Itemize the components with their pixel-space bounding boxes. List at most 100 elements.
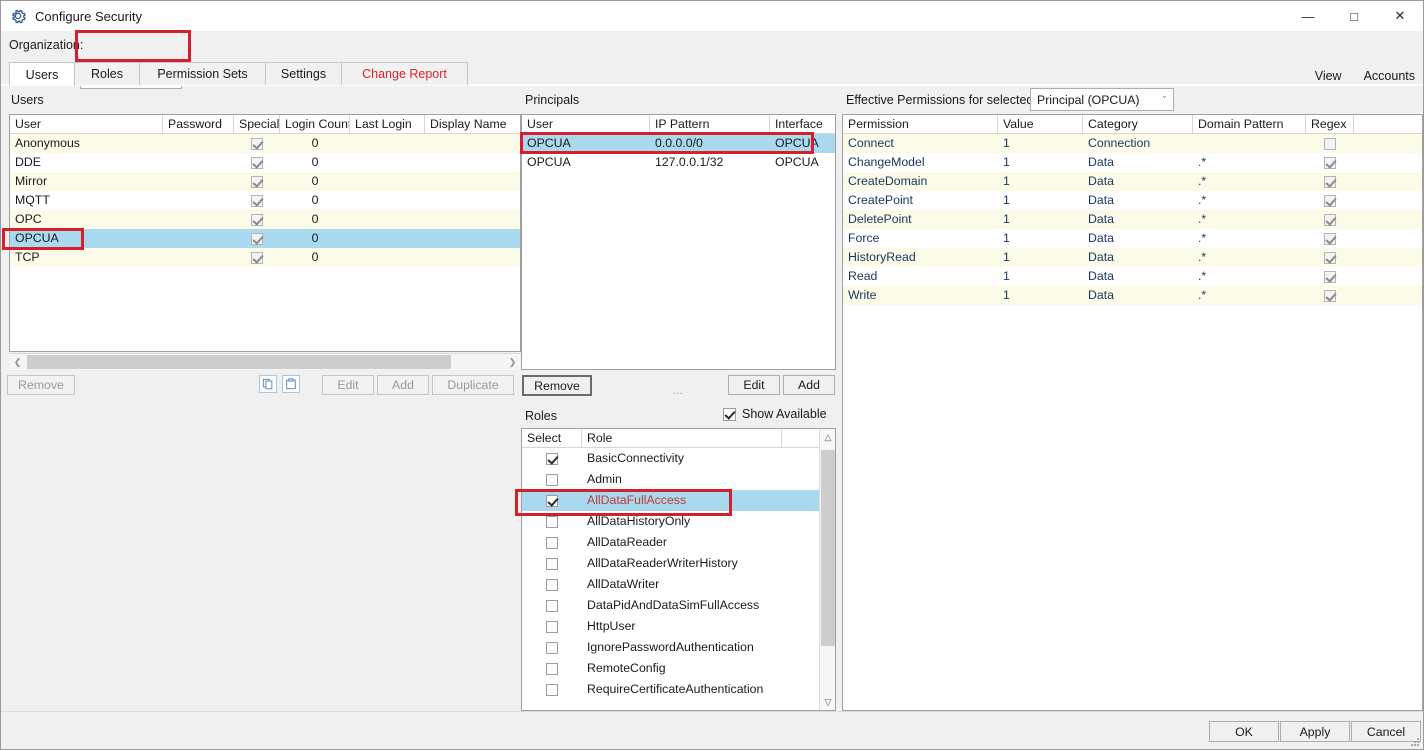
checkbox[interactable]	[546, 600, 558, 612]
column-header-regex[interactable]: Regex	[1306, 115, 1354, 134]
role-row[interactable]: IgnorePasswordAuthentication	[522, 637, 835, 658]
checkbox[interactable]	[546, 516, 558, 528]
tab-change-report[interactable]: Change Report	[341, 62, 468, 85]
table-row[interactable]: OPCUA0	[10, 229, 520, 248]
role-row[interactable]: AllDataReader	[522, 532, 835, 553]
checkbox[interactable]	[1324, 176, 1336, 188]
roles-vscrollbar[interactable]: △ ▽	[819, 429, 835, 710]
scroll-right-icon[interactable]: ❯	[504, 354, 521, 370]
checkbox[interactable]	[251, 195, 263, 207]
role-select-cell[interactable]	[522, 574, 582, 595]
table-row[interactable]: OPC0	[10, 210, 520, 229]
role-select-cell[interactable]	[522, 532, 582, 553]
checkbox[interactable]	[251, 138, 263, 150]
show-available-checkbox[interactable]	[723, 408, 736, 421]
tab-settings[interactable]: Settings	[265, 62, 342, 85]
column-header-ip-pattern[interactable]: IP Pattern	[650, 115, 770, 134]
users-list[interactable]: UserPasswordSpecialLogin CountLast Login…	[9, 114, 521, 352]
column-header-category[interactable]: Category	[1083, 115, 1193, 134]
column-header-special[interactable]: Special	[234, 115, 280, 134]
checkbox[interactable]	[1324, 271, 1336, 283]
checkbox[interactable]	[546, 453, 558, 465]
column-header-login-count[interactable]: Login Count	[280, 115, 350, 134]
permissions-scope-combo[interactable]: Principal (OPCUA) ˇ	[1030, 88, 1174, 111]
checkbox[interactable]	[1324, 252, 1336, 264]
checkbox[interactable]	[546, 474, 558, 486]
principals-remove-button[interactable]: Remove	[522, 375, 592, 396]
apply-button[interactable]: Apply	[1280, 721, 1350, 742]
role-select-cell[interactable]	[522, 595, 582, 616]
column-header-select[interactable]: Select	[522, 429, 582, 448]
permission-row[interactable]: ChangeModel1Data.*	[843, 153, 1422, 172]
users-add-button[interactable]: Add	[377, 375, 429, 395]
column-header-display-name[interactable]: Display Name	[425, 115, 521, 134]
permission-row[interactable]: Read1Data.*	[843, 267, 1422, 286]
role-row[interactable]: BasicConnectivity	[522, 448, 835, 469]
checkbox[interactable]	[251, 214, 263, 226]
checkbox[interactable]	[546, 621, 558, 633]
table-row[interactable]: DDE0	[10, 153, 520, 172]
scroll-left-icon[interactable]: ❮	[9, 354, 26, 370]
principals-add-button[interactable]: Add	[783, 375, 835, 395]
checkbox[interactable]	[1324, 157, 1336, 169]
table-row[interactable]: TCP0	[10, 248, 520, 267]
checkbox[interactable]	[1324, 214, 1336, 226]
roles-list[interactable]: SelectRole BasicConnectivityAdmin AllData…	[521, 428, 836, 711]
role-select-cell[interactable]	[522, 511, 582, 532]
permission-row[interactable]: CreateDomain1Data.*	[843, 172, 1422, 191]
users-hscroll-thumb[interactable]	[27, 355, 451, 369]
minimize-button[interactable]: —	[1285, 1, 1331, 31]
checkbox[interactable]	[546, 579, 558, 591]
tab-roles[interactable]: Roles	[74, 62, 140, 85]
users-duplicate-button[interactable]: Duplicate	[432, 375, 514, 395]
column-header-user[interactable]: User	[522, 115, 650, 134]
column-header-value[interactable]: Value	[998, 115, 1083, 134]
copy-icon-button[interactable]	[259, 375, 277, 393]
scroll-down-icon[interactable]: ▽	[820, 694, 836, 710]
role-row[interactable]: AllDataHistoryOnly	[522, 511, 835, 532]
role-row[interactable]: Admin	[522, 469, 835, 490]
ok-button[interactable]: OK	[1209, 721, 1279, 742]
users-remove-button[interactable]: Remove	[7, 375, 75, 395]
paste-icon-button[interactable]	[282, 375, 300, 393]
column-header-[interactable]	[1354, 115, 1422, 134]
close-button[interactable]: ✕	[1377, 1, 1423, 31]
role-select-cell[interactable]	[522, 637, 582, 658]
role-row[interactable]: DataPidAndDataSimFullAccess	[522, 595, 835, 616]
table-row[interactable]: OPCUA127.0.0.1/32OPCUA	[522, 153, 835, 172]
permission-row[interactable]: HistoryRead1Data.*	[843, 248, 1422, 267]
checkbox[interactable]	[1324, 290, 1336, 302]
role-row[interactable]: AllDataWriter	[522, 574, 835, 595]
table-row[interactable]: OPCUA0.0.0.0/0OPCUA	[522, 134, 835, 153]
role-select-cell[interactable]	[522, 469, 582, 490]
checkbox[interactable]	[1324, 195, 1336, 207]
resize-grip-icon[interactable]	[1408, 735, 1420, 747]
checkbox[interactable]	[1324, 138, 1336, 150]
role-row[interactable]: HttpUser	[522, 616, 835, 637]
tab-permission-sets[interactable]: Permission Sets	[139, 62, 266, 85]
permission-row[interactable]: DeletePoint1Data.*	[843, 210, 1422, 229]
column-header-role[interactable]: Role	[582, 429, 782, 448]
principals-edit-button[interactable]: Edit	[728, 375, 780, 395]
role-select-cell[interactable]	[522, 553, 582, 574]
column-header-interface[interactable]: Interface	[770, 115, 835, 134]
column-header-user[interactable]: User	[10, 115, 163, 134]
role-row[interactable]: RequireCertificateAuthentication	[522, 679, 835, 700]
checkbox[interactable]	[251, 233, 263, 245]
principals-list[interactable]: UserIP PatternInterface OPCUA0.0.0.0/0OP…	[521, 114, 836, 370]
permission-row[interactable]: Force1Data.*	[843, 229, 1422, 248]
checkbox[interactable]	[546, 537, 558, 549]
checkbox[interactable]	[546, 642, 558, 654]
role-select-cell[interactable]	[522, 679, 582, 700]
table-row[interactable]: Anonymous0	[10, 134, 520, 153]
checkbox[interactable]	[251, 157, 263, 169]
column-header-permission[interactable]: Permission	[843, 115, 998, 134]
roles-vscroll-thumb[interactable]	[821, 450, 835, 646]
checkbox[interactable]	[251, 176, 263, 188]
role-row[interactable]: RemoteConfig	[522, 658, 835, 679]
permission-row[interactable]: Write1Data.*	[843, 286, 1422, 305]
column-header-password[interactable]: Password	[163, 115, 234, 134]
role-select-cell[interactable]	[522, 616, 582, 637]
checkbox[interactable]	[546, 684, 558, 696]
permission-row[interactable]: Connect1Connection	[843, 134, 1422, 153]
